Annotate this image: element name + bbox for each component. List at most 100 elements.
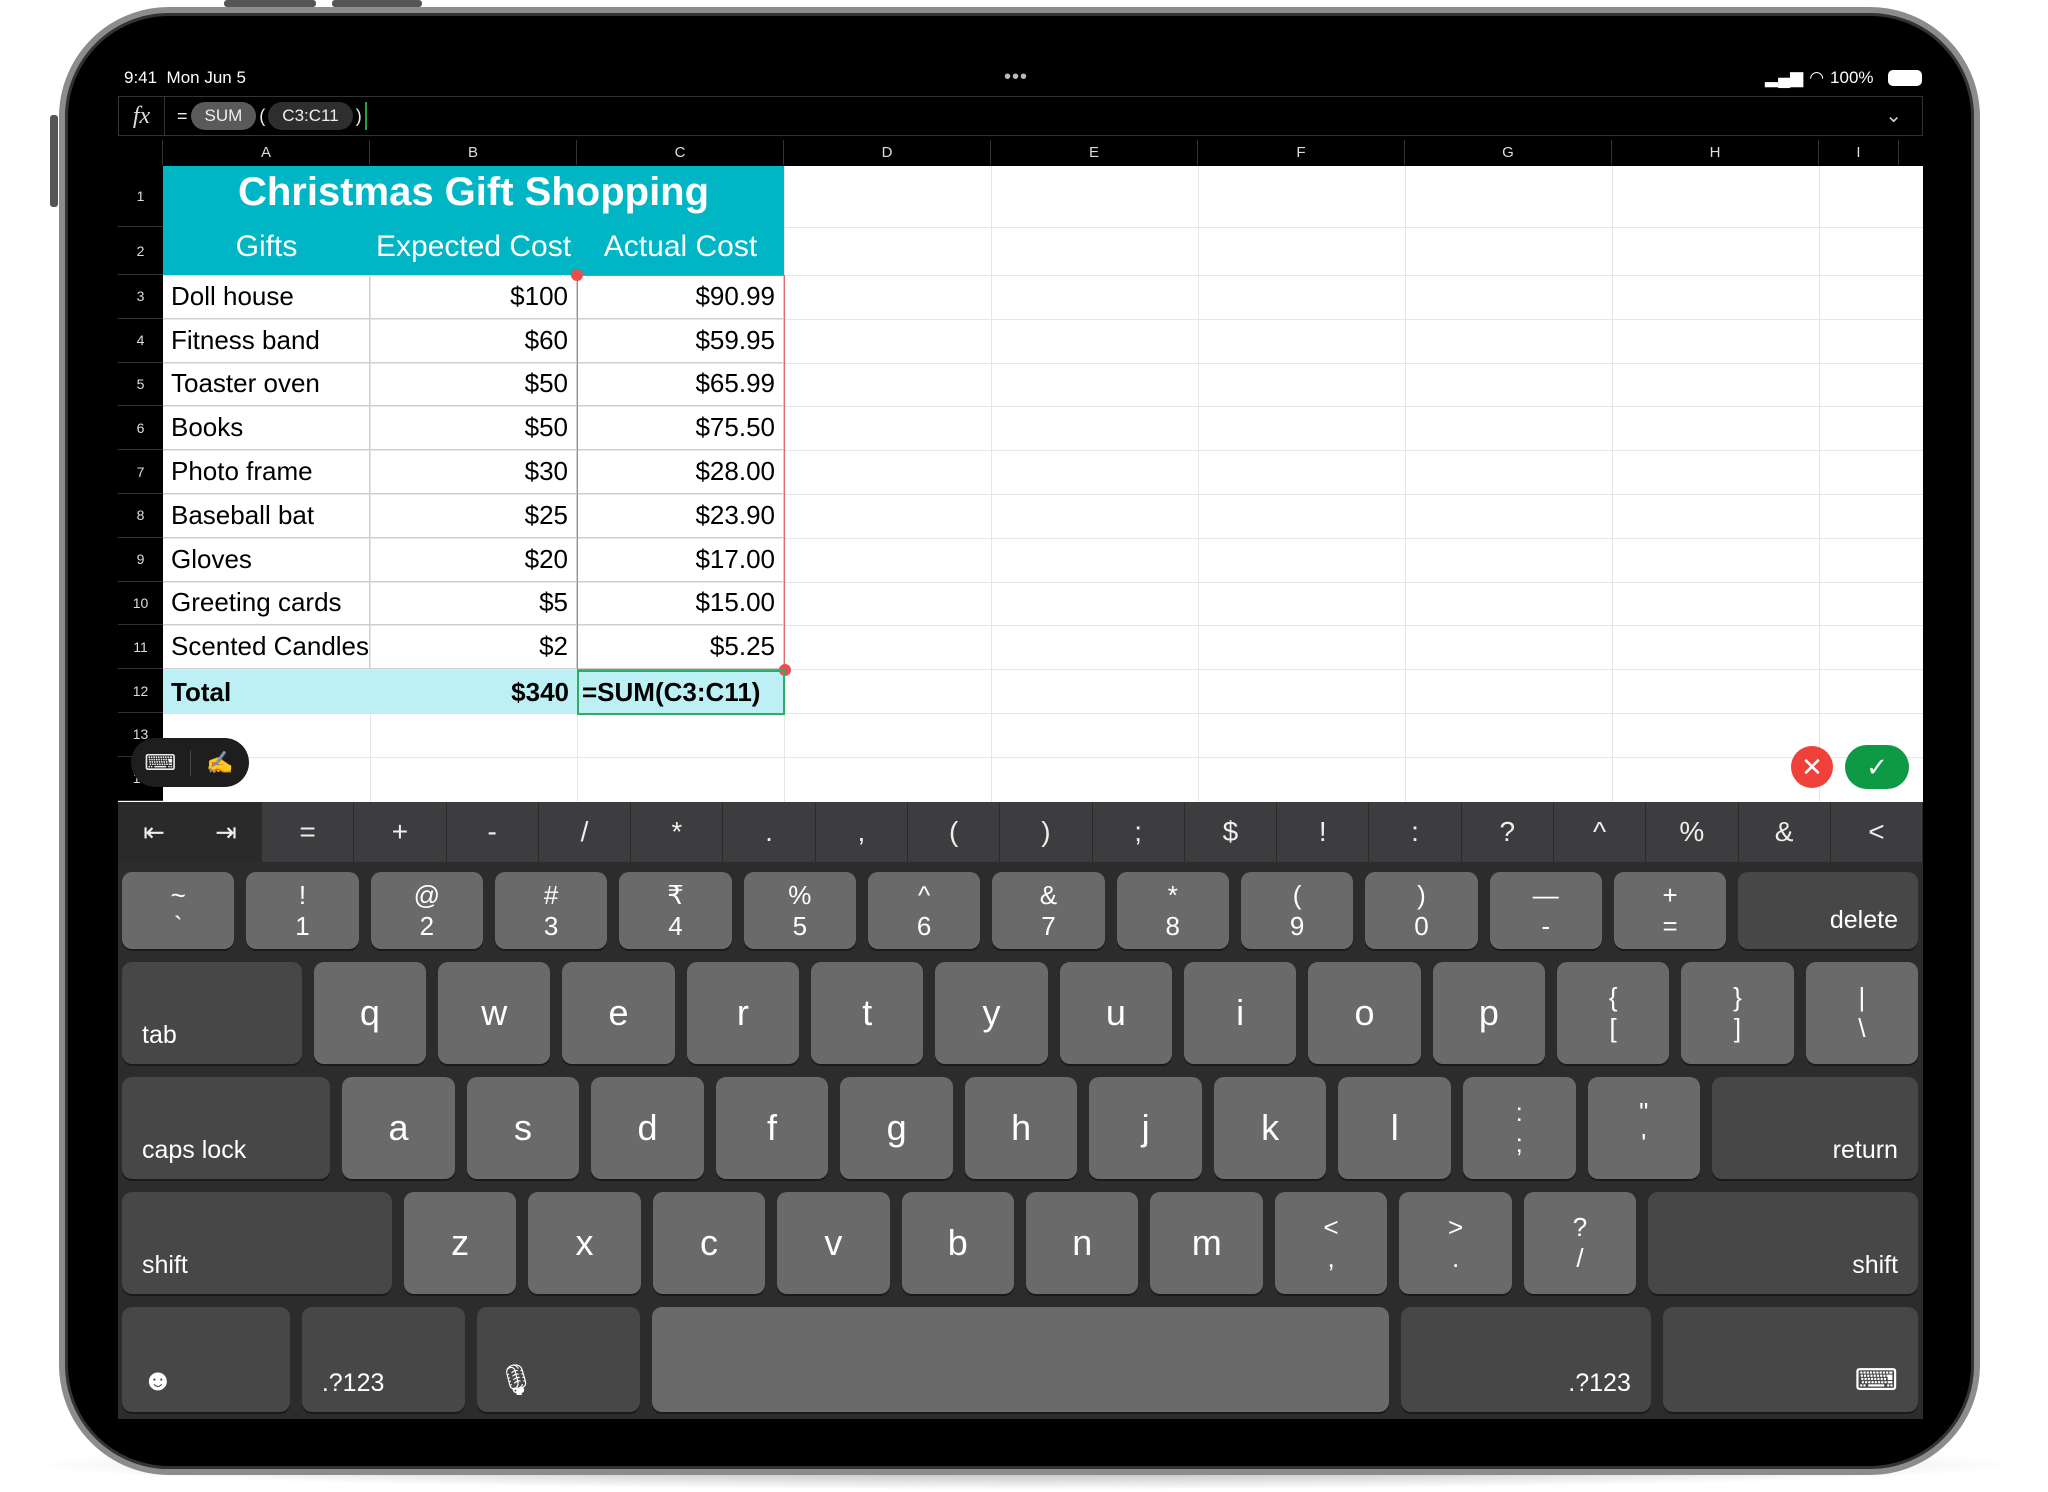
keyboard-mode-icon[interactable]: ⌨ — [131, 749, 191, 776]
column-header-b[interactable]: B — [370, 140, 577, 165]
expected-cost-cell[interactable]: $60 — [370, 318, 577, 363]
column-header-e[interactable]: E — [991, 140, 1198, 165]
key[interactable]: ! 1 — [246, 872, 359, 949]
key-m[interactable]: m — [1150, 1192, 1263, 1294]
row-header-5[interactable]: 5 — [118, 362, 163, 407]
key-r[interactable]: r — [686, 962, 800, 1064]
key-b[interactable]: b — [901, 1192, 1015, 1294]
accessory-key[interactable]: ^ — [1554, 802, 1647, 862]
row-header-10[interactable]: 10 — [118, 581, 163, 626]
key[interactable]: <, — [1274, 1192, 1388, 1294]
key[interactable]: }] — [1681, 962, 1794, 1064]
gift-name-cell[interactable]: Books — [163, 406, 370, 451]
formula-function-token[interactable]: SUM — [190, 102, 257, 130]
selection-handle-top[interactable] — [571, 269, 583, 281]
key-k[interactable]: k — [1213, 1077, 1327, 1179]
gift-name-cell[interactable]: Photo frame — [163, 450, 370, 494]
column-header-h[interactable]: H — [1612, 140, 1819, 165]
accessory-key[interactable]: . — [723, 802, 816, 862]
column-header-c[interactable]: C — [577, 140, 784, 165]
key[interactable]: + = — [1613, 872, 1727, 949]
key-v[interactable]: v — [777, 1192, 890, 1294]
key-p[interactable]: p — [1432, 962, 1545, 1064]
column-header-i[interactable]: I — [1819, 140, 1899, 165]
chevron-down-icon[interactable]: ⌄ — [1885, 103, 1902, 128]
key[interactable]: @2 — [370, 872, 483, 949]
accessory-key[interactable]: $ — [1185, 802, 1278, 862]
key-l[interactable]: l — [1338, 1077, 1451, 1179]
row-header-2[interactable]: 2 — [118, 227, 163, 275]
expected-cost-cell[interactable]: $25 — [370, 494, 577, 538]
key-o[interactable]: o — [1308, 962, 1421, 1064]
gift-name-cell[interactable]: Gloves — [163, 537, 370, 582]
key[interactable]: ^ 6 — [867, 872, 981, 949]
row-header-8[interactable]: 8 — [118, 494, 163, 538]
row-header-11[interactable]: 11 — [118, 625, 163, 670]
key-x[interactable]: x — [528, 1192, 641, 1294]
accessory-key[interactable]: ? — [1462, 802, 1554, 862]
key[interactable]: | \ — [1805, 962, 1918, 1064]
key-shift[interactable]: shift — [1648, 1192, 1919, 1294]
handwriting-icon[interactable]: ✍ — [191, 750, 250, 776]
key[interactable]: * 8 — [1116, 872, 1229, 949]
key-n[interactable]: n — [1026, 1192, 1139, 1294]
expected-cost-cell[interactable]: $50 — [370, 406, 577, 451]
row-header-1[interactable]: 1 — [118, 166, 163, 227]
column-header-a[interactable]: A — [163, 140, 370, 165]
expected-cost-cell[interactable]: $20 — [370, 537, 577, 582]
key-d[interactable]: d — [591, 1077, 704, 1179]
key-h[interactable]: h — [964, 1077, 1078, 1179]
tab-back-icon[interactable]: ⇤ — [143, 817, 165, 848]
key[interactable]: & 7 — [992, 872, 1105, 949]
confirm-edit-button[interactable]: ✓ — [1845, 745, 1909, 789]
key[interactable]: :; — [1462, 1077, 1576, 1179]
column-header-f[interactable]: F — [1198, 140, 1405, 165]
accessory-key[interactable]: < — [1831, 802, 1924, 862]
row-header-4[interactable]: 4 — [118, 318, 163, 363]
key-i[interactable]: i — [1184, 962, 1297, 1064]
key-delete[interactable]: delete — [1738, 872, 1918, 949]
accessory-key[interactable]: ) — [1000, 802, 1093, 862]
key-t[interactable]: t — [811, 962, 924, 1064]
key-return[interactable]: return — [1712, 1077, 1918, 1179]
key-f[interactable]: f — [715, 1077, 829, 1179]
expected-cost-cell[interactable]: $50 — [370, 362, 577, 407]
key[interactable]: ~ ` — [122, 872, 235, 949]
key[interactable]: {[ — [1557, 962, 1670, 1064]
expected-cost-cell[interactable]: $100 — [370, 275, 577, 319]
editing-cell-c12[interactable]: =SUM(C3:C11) — [577, 670, 785, 715]
expected-cost-cell[interactable]: $5 — [370, 581, 577, 626]
spreadsheet-grid[interactable]: 1234567891011121314Christmas Gift Shoppi… — [118, 166, 1923, 802]
accessory-key[interactable]: : — [1369, 802, 1462, 862]
key-j[interactable]: j — [1089, 1077, 1202, 1179]
accessory-key[interactable]: * — [631, 802, 724, 862]
multitasking-dots[interactable]: ••• — [1004, 66, 1028, 89]
accessory-key[interactable]: / — [539, 802, 632, 862]
key-123[interactable]: .?123 — [301, 1307, 466, 1412]
gift-name-cell[interactable]: Fitness band — [163, 318, 370, 363]
key-c[interactable]: c — [652, 1192, 766, 1294]
row-header-7[interactable]: 7 — [118, 450, 163, 494]
row-header-12[interactable]: 12 — [118, 669, 163, 713]
gift-name-cell[interactable]: Toaster oven — [163, 362, 370, 407]
gift-name-cell[interactable]: Scented Candles — [163, 625, 370, 670]
accessory-key[interactable]: = — [262, 802, 355, 862]
key[interactable]: (9 — [1240, 872, 1354, 949]
key-u[interactable]: u — [1059, 962, 1173, 1064]
expected-cost-cell[interactable]: $30 — [370, 450, 577, 494]
key[interactable]: ⌨ — [1662, 1307, 1918, 1412]
key-s[interactable]: s — [466, 1077, 580, 1179]
accessory-key[interactable]: ! — [1277, 802, 1370, 862]
formula-bar[interactable]: fx = SUM ( C3:C11 ) ⌄ — [118, 96, 1923, 136]
accessory-key[interactable]: - — [447, 802, 539, 862]
key[interactable]: #3 — [494, 872, 608, 949]
key-w[interactable]: w — [438, 962, 551, 1064]
tab-forward-icon[interactable]: ⇥ — [215, 817, 237, 848]
key[interactable]: 🎙 — [477, 1307, 641, 1412]
key-z[interactable]: z — [403, 1192, 517, 1294]
key-capslock[interactable]: caps lock — [122, 1077, 331, 1179]
key-e[interactable]: e — [562, 962, 675, 1064]
key-y[interactable]: y — [935, 962, 1048, 1064]
key-tab[interactable]: tab — [122, 962, 302, 1064]
gift-name-cell[interactable]: Doll house — [163, 275, 370, 319]
